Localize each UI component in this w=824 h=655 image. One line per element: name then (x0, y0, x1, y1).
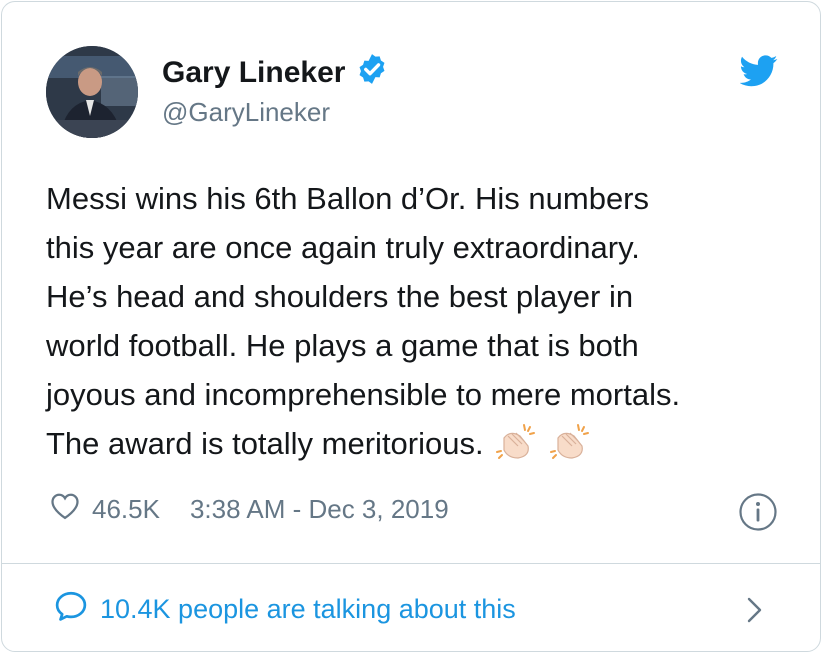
heart-icon[interactable] (50, 492, 80, 527)
author-handle[interactable]: @GaryLineker (162, 97, 330, 128)
tweet-line: Messi wins his 6th Ballon d’Or. His numb… (46, 181, 650, 216)
author-name[interactable]: Gary Lineker (162, 56, 345, 90)
conversation-link[interactable]: 10.4K people are talking about this (54, 590, 516, 629)
author-name-row[interactable]: Gary Lineker (162, 52, 389, 94)
avatar[interactable] (46, 46, 138, 138)
clapping-hands-icon (494, 422, 538, 476)
conversation-text[interactable]: 10.4K people are talking about this (100, 594, 516, 625)
speech-bubble-icon (54, 590, 88, 629)
tweet-line: joyous and incomprehensible to mere mort… (46, 377, 681, 412)
tweet-line: The award is totally meritorious. (46, 426, 484, 461)
tweet-text: Messi wins his 6th Ballon d’Or. His numb… (46, 174, 806, 476)
divider (2, 563, 820, 564)
like-count[interactable]: 46.5K (92, 494, 160, 525)
verified-badge-icon (355, 52, 389, 94)
chevron-right-icon[interactable] (744, 594, 766, 626)
info-icon[interactable] (738, 492, 778, 532)
tweet-line: world football. He plays a game that is … (46, 328, 639, 363)
clapping-hands-icon (548, 422, 592, 476)
tweet-meta: 46.5K 3:38 AM - Dec 3, 2019 (50, 492, 449, 527)
tweet-card[interactable]: Gary Lineker @GaryLineker Messi wins his… (1, 1, 821, 652)
twitter-bird-icon[interactable] (739, 54, 778, 88)
tweet-line: He’s head and shoulders the best player … (46, 279, 634, 314)
tweet-last-line: The award is totally meritorious. (46, 419, 806, 476)
timestamp[interactable]: 3:38 AM - Dec 3, 2019 (190, 494, 449, 525)
tweet-line: this year are once again truly extraordi… (46, 230, 640, 265)
